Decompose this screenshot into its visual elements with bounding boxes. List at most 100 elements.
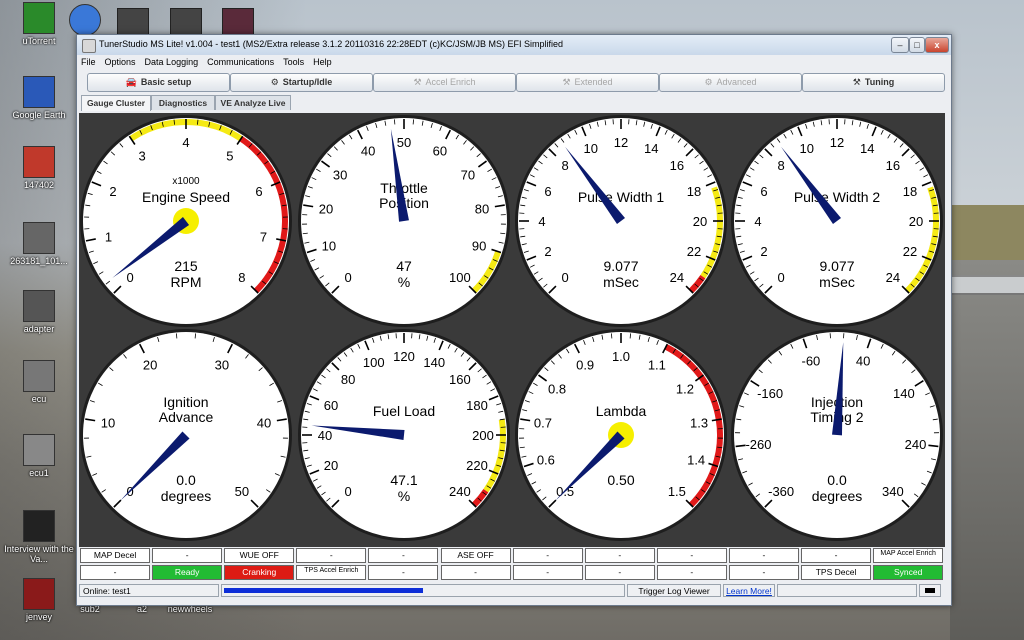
status-bar: Online: test1 Trigger Log Viewer Learn M… xyxy=(79,583,945,599)
gauge-tick-label: 60 xyxy=(324,398,338,413)
desktop-thumbnail-3[interactable] xyxy=(222,8,254,36)
desktop-icon-image xyxy=(23,290,55,322)
gauge-tick-label: 14 xyxy=(860,141,874,156)
gauge-tick-label: 22 xyxy=(903,244,917,259)
gauge-tick-label: 1.4 xyxy=(687,452,705,467)
gauge-tick-label: 50 xyxy=(397,135,411,150)
gauge-tick-label: 1.2 xyxy=(676,382,694,397)
desktop-icon[interactable]: 147402 xyxy=(4,146,74,190)
gauge-tick-label: -160 xyxy=(757,386,783,401)
advanced-button[interactable]: ⚙ Advanced xyxy=(659,73,802,92)
desktop-icon-label: uTorrent xyxy=(22,36,56,46)
gauge-tick-label: 24 xyxy=(886,270,900,285)
learn-more-link[interactable]: Learn More! xyxy=(723,584,775,597)
trigger-log-viewer[interactable]: Trigger Log Viewer xyxy=(627,584,721,597)
tab-ve-analyze-live[interactable]: VE Analyze Live xyxy=(215,95,291,110)
gauge-value: 47.1 xyxy=(390,472,417,488)
desktop-thumbnail-1[interactable] xyxy=(117,8,149,36)
gauge-tick-label: 1.0 xyxy=(612,349,630,364)
gauge-title: Engine Speed xyxy=(142,189,230,205)
desktop-thumbnail-2[interactable] xyxy=(170,8,202,36)
car-icon: 🚘 xyxy=(125,77,137,87)
gauge-cluster: 0 1 2 3 4 5 6 7 8 x1000 Engine Speed 215 RPM 0 10 20 30 4… xyxy=(79,113,945,547)
basic-setup-button[interactable]: 🚘 Basic setup xyxy=(87,73,230,92)
gauge-tick-label: 20 xyxy=(143,358,157,373)
menu-file[interactable]: File xyxy=(81,55,96,69)
gear-icon: ⚙ xyxy=(704,77,713,87)
gauge-value: 0.0 xyxy=(827,472,847,488)
gauge-major-tick xyxy=(928,444,939,448)
gauge-unit: mSec xyxy=(819,274,855,290)
menu-communications[interactable]: Communications xyxy=(207,55,274,69)
desktop-icon[interactable]: Google Earth xyxy=(4,76,74,120)
gauge-tick-label: 100 xyxy=(449,270,471,285)
tab-gauge-cluster[interactable]: Gauge Cluster xyxy=(81,95,151,111)
indicator--: - xyxy=(728,565,799,580)
accel-enrich-button[interactable]: ⚒ Accel Enrich xyxy=(373,73,516,92)
menu-data-logging[interactable]: Data Logging xyxy=(145,55,199,69)
desktop-icon[interactable]: uTorrent xyxy=(4,2,74,46)
tunerstudio-window: TunerStudio MS Lite! v1.004 - test1 (MS2… xyxy=(76,34,952,606)
gauge-tick-label: 0.7 xyxy=(534,416,552,431)
menu-tools[interactable]: Tools xyxy=(283,55,304,69)
gauge-unit: mSec xyxy=(603,274,639,290)
indicator-ase-off: ASE OFF xyxy=(440,548,511,563)
gauge-unit: % xyxy=(398,274,410,290)
gauge-tick-label: 140 xyxy=(893,386,915,401)
gauge-tick-label: 40 xyxy=(361,144,375,159)
gauge-title: Pulse Width 2 xyxy=(794,189,881,205)
desktop-icon[interactable]: ecu xyxy=(4,360,74,404)
wrench-icon: ⚙ xyxy=(270,77,279,87)
close-button[interactable]: x xyxy=(925,37,949,53)
pulse-width-2-gauge: 0246810 12 141618202224Pulse Width 29.077m… xyxy=(731,115,943,327)
indicator--: - xyxy=(296,548,367,563)
lambda-gauge: 0.50.60.70.80.91.01.11.21.31.41.5Lambda0… xyxy=(515,329,727,541)
gauge-tick-label: 50 xyxy=(235,484,249,499)
desktop-icon-image xyxy=(23,76,55,108)
gauge-title: Ignition xyxy=(163,394,208,410)
desktop-icon[interactable]: jenvey xyxy=(4,578,74,622)
gauge-tick-label: 70 xyxy=(461,168,475,183)
desktop-icon[interactable]: 263181_101... xyxy=(4,222,74,266)
menu-help[interactable]: Help xyxy=(313,55,332,69)
maximize-button[interactable]: □ xyxy=(909,37,925,53)
tuning-button[interactable]: ⚒ Tuning xyxy=(802,73,945,92)
gauge-cluster-svg: 012345678x1000Engine Speed215RPM 01020304… xyxy=(80,115,943,541)
desktop-icon[interactable]: ecu1 xyxy=(4,434,74,478)
gauge-tick-label: 10 xyxy=(800,141,814,156)
gauge-tick-label: 90 xyxy=(472,238,486,253)
indicator--: - xyxy=(512,548,583,563)
gauge-tick-label: 1 xyxy=(105,229,112,244)
gauge-tick-label: 60 xyxy=(433,144,447,159)
desktop-icon[interactable]: Interview with the Va... xyxy=(4,510,74,564)
gauge-unit: degrees xyxy=(812,488,863,504)
startup-idle-button[interactable]: ⚙ Startup/Idle xyxy=(230,73,373,92)
desktop-icon[interactable]: adapter xyxy=(4,290,74,334)
gauge-tick-label: 20 xyxy=(909,214,923,229)
gauge-tick-label: 30 xyxy=(215,358,229,373)
gauge-value: 9.077 xyxy=(603,258,638,274)
desktop-icon-image xyxy=(23,146,55,178)
menu-options[interactable]: Options xyxy=(105,55,136,69)
indicator--: - xyxy=(801,548,872,563)
minimize-button[interactable]: – xyxy=(891,37,909,53)
indicator--: - xyxy=(728,548,799,563)
status-blank xyxy=(777,584,917,597)
gauge-tick-label: 2 xyxy=(760,244,767,259)
title-bar[interactable]: TunerStudio MS Lite! v1.004 - test1 (MS2… xyxy=(77,35,951,55)
desktop-road xyxy=(950,260,1024,640)
gauge-tick-label: 20 xyxy=(319,202,333,217)
progress-bar xyxy=(221,584,625,597)
indicator--: - xyxy=(368,548,439,563)
gauge-tick-label: 4 xyxy=(538,214,545,229)
online-status: Online: test1 xyxy=(79,584,219,597)
gauge-tick-label: 7 xyxy=(260,229,267,244)
gauge-tick-label: 1.3 xyxy=(690,416,708,431)
extended-button[interactable]: ⚒ Extended xyxy=(516,73,659,92)
tab-diagnostics[interactable]: Diagnostics xyxy=(151,95,215,110)
gauge-tick-label: -60 xyxy=(802,353,821,368)
gauge-tick-label: 2 xyxy=(109,184,116,199)
indicator--: - xyxy=(656,565,727,580)
desktop-icon-label: Google Earth xyxy=(12,110,66,120)
toolbar-label: Extended xyxy=(574,77,613,87)
